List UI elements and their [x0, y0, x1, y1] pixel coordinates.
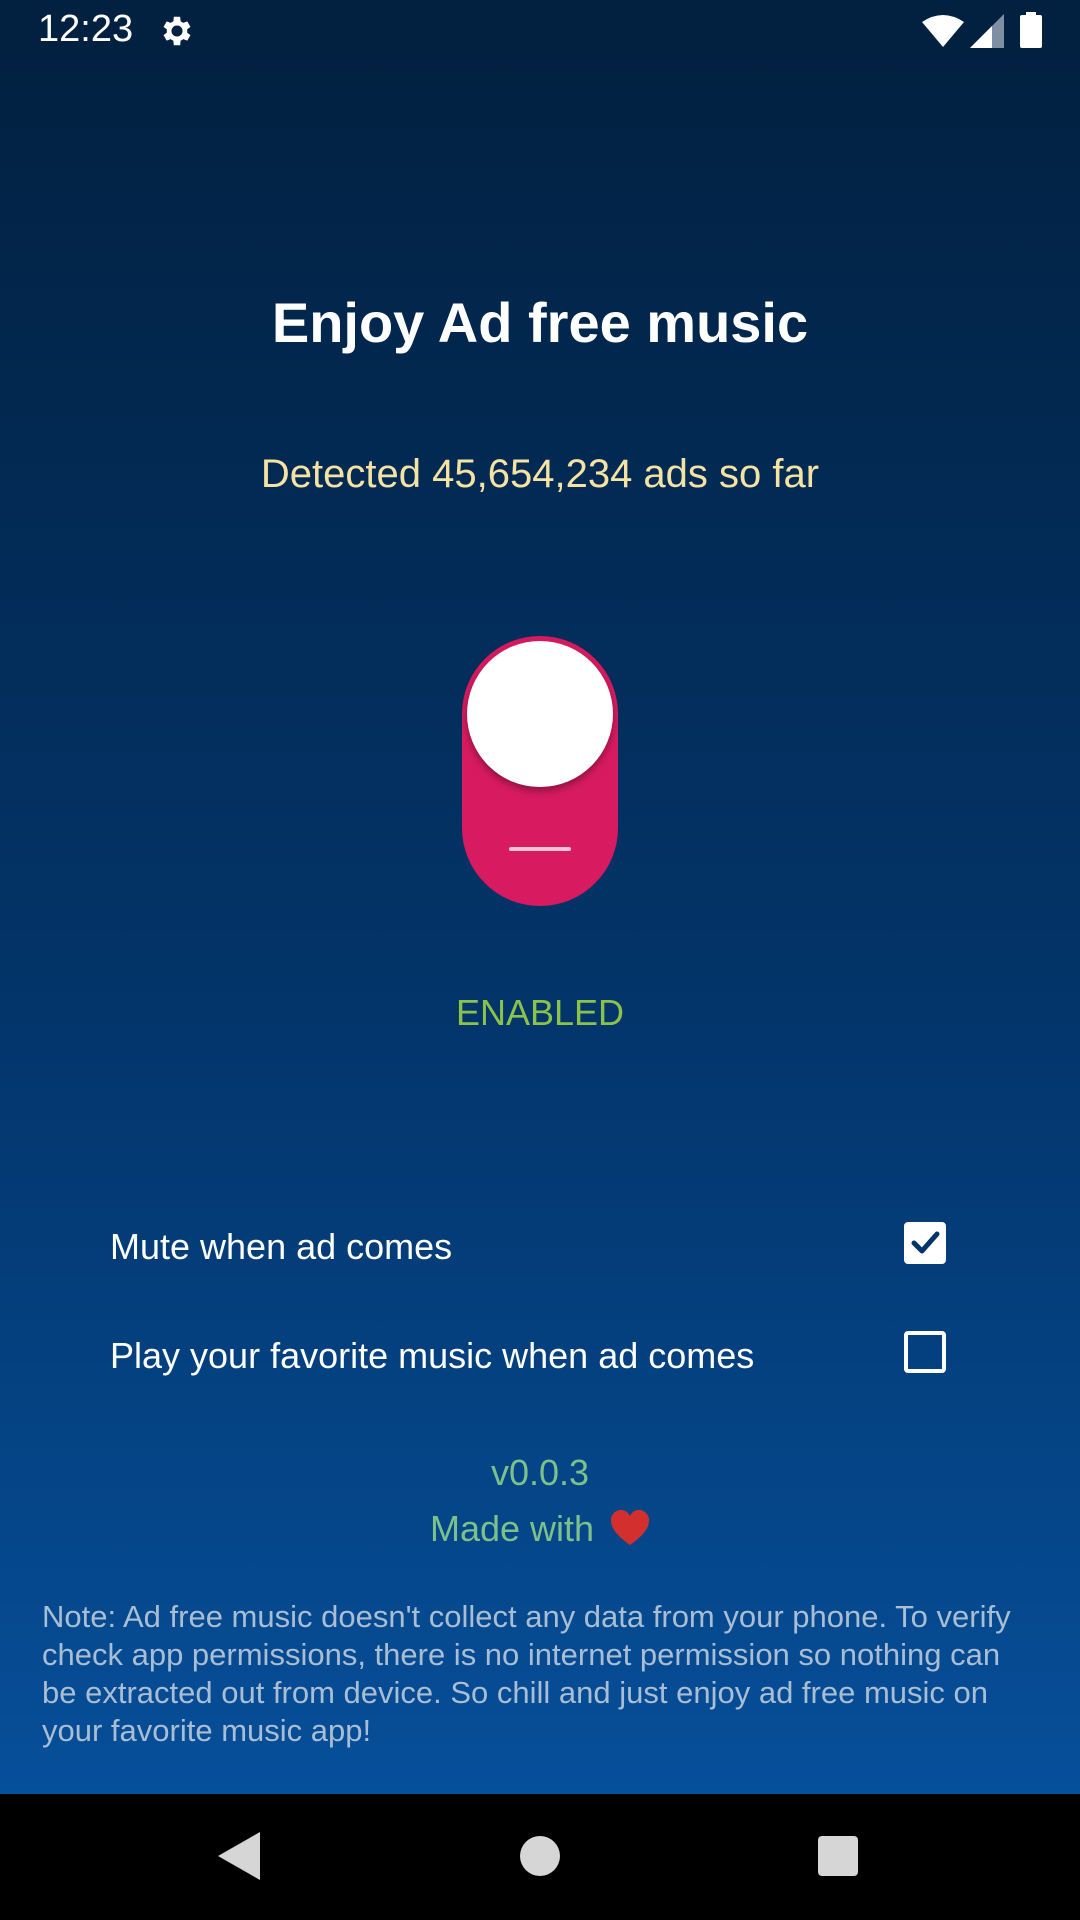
toggle-knob[interactable] [467, 641, 613, 787]
mute-checkbox[interactable] [904, 1222, 946, 1264]
status-time: 12:23 [38, 8, 134, 50]
navigation-bar [0, 1794, 1080, 1920]
checkmark-icon [911, 1231, 940, 1254]
recents-icon[interactable] [818, 1836, 858, 1876]
back-icon[interactable] [218, 1832, 260, 1880]
battery-icon [1020, 12, 1042, 48]
settings-icon [163, 16, 191, 46]
option-mute-row[interactable]: Mute when ad comes [110, 1218, 970, 1278]
toggle-on-indicator [509, 847, 571, 851]
made-with-line: Made with [0, 1508, 1080, 1550]
status-bar: 12:23 [0, 0, 1080, 63]
screen: 12:23 Enjoy Ad free music Detected 45,65… [0, 0, 1080, 1920]
home-icon[interactable] [520, 1836, 560, 1876]
signal-icon [970, 14, 1004, 48]
version-label: v0.0.3 [490, 1452, 590, 1493]
toggle-status-label: ENABLED [455, 992, 625, 1033]
heart-icon [611, 1510, 650, 1545]
page-title: Enjoy Ad free music [271, 291, 809, 354]
ad-block-toggle[interactable] [462, 636, 618, 906]
option-play-music-label: Play your favorite music when ad comes [110, 1335, 755, 1376]
option-mute-label: Mute when ad comes [110, 1226, 453, 1267]
play-music-checkbox[interactable] [904, 1331, 946, 1373]
wifi-icon [922, 15, 964, 47]
app-background: 12:23 Enjoy Ad free music Detected 45,65… [0, 0, 1080, 1794]
option-play-music-row[interactable]: Play your favorite music when ad comes [110, 1327, 970, 1387]
privacy-note: Note: Ad free music doesn't collect any … [42, 1599, 1011, 1748]
made-with-label: Made with [429, 1508, 595, 1549]
detected-ads-count: Detected 45,654,234 ads so far [260, 452, 820, 496]
